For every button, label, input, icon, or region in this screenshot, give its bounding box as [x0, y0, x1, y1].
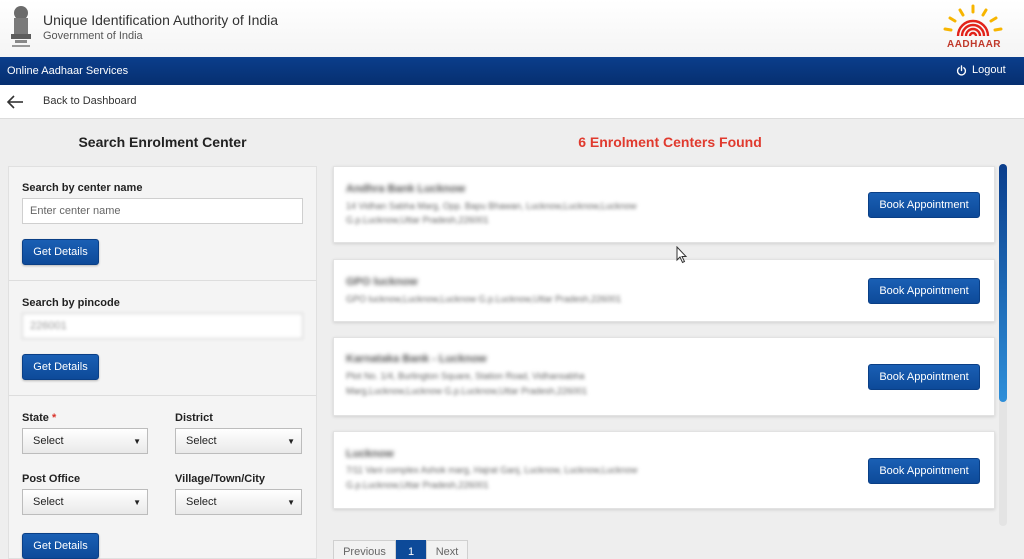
results-scrollbar-thumb[interactable]	[999, 164, 1007, 402]
chevron-down-icon: ▼	[133, 498, 141, 507]
logout-button[interactable]: Logout	[956, 64, 1006, 76]
center-address-line1: Plot No. 1/4, Burlington Square, Station…	[346, 371, 585, 381]
chevron-down-icon: ▼	[287, 498, 295, 507]
district-select-value: Select	[186, 435, 217, 447]
power-icon	[956, 64, 967, 76]
next-page-button[interactable]: Next	[426, 540, 468, 559]
center-card: Lucknow 7/11 Vani complex Ashok marg, Ha…	[333, 431, 995, 509]
org-title: Unique Identification Authority of India	[43, 12, 279, 28]
center-name: GPO lucknow	[346, 276, 418, 288]
mouse-cursor-icon	[676, 246, 688, 264]
book-appointment-button[interactable]: Book Appointment	[868, 364, 980, 390]
search-panel-title: Search Enrolment Center	[78, 134, 247, 150]
pagination: Previous 1 Next	[333, 540, 468, 559]
pincode-input[interactable]	[22, 313, 303, 339]
post-office-label: Post Office	[22, 473, 81, 485]
national-emblem-icon	[11, 6, 31, 47]
center-name: Karnataka Bank - Lucknow	[346, 353, 487, 365]
center-address-line2: G.p.Lucknow,Uttar Pradesh,226001	[346, 215, 489, 225]
search-panel: Search by center name Get Details Search…	[8, 166, 317, 559]
village-select-value: Select	[186, 496, 217, 508]
state-label: State *	[22, 412, 56, 424]
village-select[interactable]: Select ▼	[175, 489, 302, 515]
aadhaar-logo-text: AADHAAR	[946, 39, 1002, 50]
village-label: Village/Town/City	[175, 473, 266, 485]
back-bar: Back to Dashboard	[0, 85, 1024, 119]
center-address-line2: Marg,Lucknow,Lucknow G.p.Lucknow,Uttar P…	[346, 386, 588, 396]
page-number-button[interactable]: 1	[396, 540, 426, 559]
section-divider	[9, 280, 316, 281]
center-address-line1: GPO lucknow,Lucknow,Lucknow G.p.Lucknow,…	[346, 294, 622, 304]
district-label: District	[175, 412, 213, 424]
district-select[interactable]: Select ▼	[175, 428, 302, 454]
chevron-down-icon: ▼	[287, 437, 295, 446]
center-card: GPO lucknow GPO lucknow,Lucknow,Lucknow …	[333, 259, 995, 322]
chevron-down-icon: ▼	[133, 437, 141, 446]
search-by-name-label: Search by center name	[22, 182, 143, 194]
state-label-text: State	[22, 412, 49, 424]
book-appointment-button[interactable]: Book Appointment	[868, 278, 980, 304]
center-address-line1: 7/11 Vani complex Ashok marg, Hajrat Gan…	[346, 465, 638, 475]
results-title: 6 Enrolment Centers Found	[578, 134, 762, 150]
section-divider	[9, 395, 316, 396]
get-details-name-button[interactable]: Get Details	[22, 239, 99, 265]
previous-page-button[interactable]: Previous	[333, 540, 396, 559]
get-details-pincode-button[interactable]: Get Details	[22, 354, 99, 380]
center-address-line1: 14 Vidhan Sabha Marg, Opp. Bapu Bhawan, …	[346, 201, 637, 211]
center-name-input[interactable]	[22, 198, 303, 224]
logout-label: Logout	[972, 64, 1006, 76]
required-mark: *	[51, 412, 57, 424]
book-appointment-button[interactable]: Book Appointment	[868, 192, 980, 218]
center-name: Andhra Bank Lucknow	[346, 183, 466, 195]
book-appointment-button[interactable]: Book Appointment	[868, 458, 980, 484]
org-subtitle: Government of India	[43, 30, 143, 42]
center-card: Karnataka Bank - Lucknow Plot No. 1/4, B…	[333, 337, 995, 416]
center-address-line2: G.p.Lucknow,Uttar Pradesh,226001	[346, 480, 489, 490]
state-select[interactable]: Select ▼	[22, 428, 148, 454]
site-header: Unique Identification Authority of India…	[0, 0, 1024, 57]
state-select-value: Select	[33, 435, 64, 447]
search-by-pincode-label: Search by pincode	[22, 297, 120, 309]
services-bar: Online Aadhaar Services Logout	[0, 57, 1024, 85]
post-office-select[interactable]: Select ▼	[22, 489, 148, 515]
post-office-select-value: Select	[33, 496, 64, 508]
services-title: Online Aadhaar Services	[7, 65, 129, 77]
back-to-dashboard-link[interactable]: Back to Dashboard	[43, 95, 137, 107]
get-details-location-button[interactable]: Get Details	[22, 533, 99, 559]
center-name: Lucknow	[346, 448, 394, 460]
back-arrow-icon[interactable]	[6, 94, 24, 110]
center-card: Andhra Bank Lucknow 14 Vidhan Sabha Marg…	[333, 166, 995, 243]
